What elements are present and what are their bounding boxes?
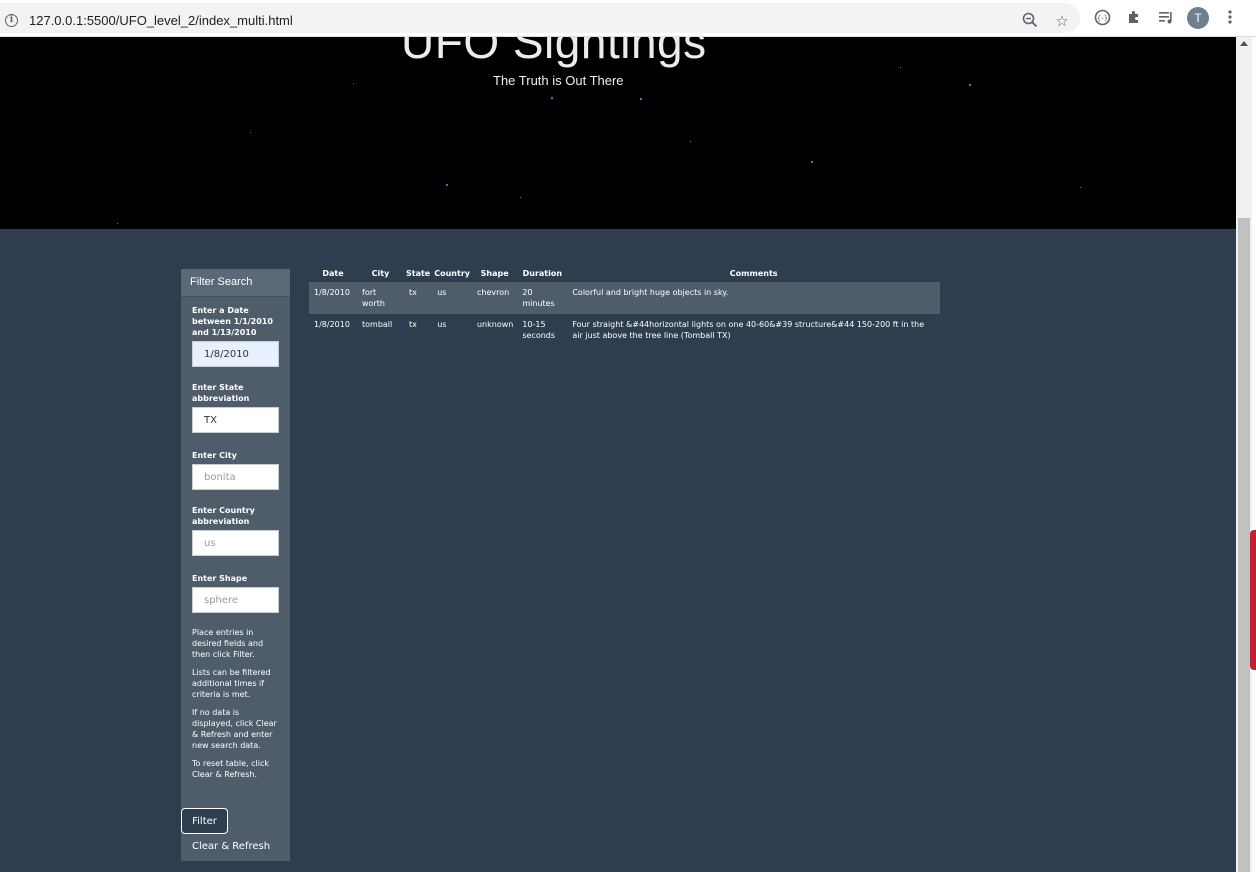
table-row: 1/8/2010 tomball tx us unknown 10-15 sec… [309, 314, 940, 346]
star-dot [353, 83, 354, 84]
cell-comments: Four straight &#44horizontal lights on o… [572, 320, 925, 340]
kebab-menu-icon[interactable] [1221, 9, 1239, 27]
star-dot [117, 223, 118, 224]
star-dot [446, 184, 448, 186]
info-icon[interactable]: i [5, 14, 18, 27]
city-input[interactable] [192, 464, 279, 490]
svg-text:{-}: {-} [1096, 15, 1107, 23]
background-window-edge [1250, 530, 1256, 670]
star-dot [811, 161, 813, 163]
filter-panel: Filter Search Enter a Date between 1/1/2… [181, 269, 290, 861]
sightings-table: Date City State Country Shape Duration C… [309, 265, 940, 346]
column-header-shape: Shape [480, 269, 509, 278]
address-bar[interactable]: i 127.0.0.1:5500/UFO_level_2/index_multi… [0, 3, 1080, 33]
zoom-out-icon[interactable] [1021, 12, 1039, 30]
instruction-text: If no data is displayed, click Clear & R… [192, 708, 277, 750]
date-label: Enter a Date between 1/1/2010 and 1/13/2… [192, 306, 273, 337]
country-input[interactable] [192, 530, 279, 556]
cell-comments: Colorful and bright huge objects in sky. [567, 282, 940, 314]
hero-banner: UFO Sightings The Truth is Out There [0, 37, 1236, 229]
instruction-text: Place entries in desired fields and then… [192, 628, 264, 659]
column-header-date: Date [322, 269, 344, 278]
table-row: 1/8/2010 fort worth tx us chevron 20 min… [309, 282, 940, 314]
shape-input[interactable] [192, 587, 279, 613]
star-dot [520, 197, 521, 198]
column-header-comments: Comments [729, 269, 778, 278]
cell-country: us [437, 320, 447, 329]
star-dot [1080, 187, 1081, 188]
cell-country: us [432, 282, 472, 314]
city-label: Enter City [192, 451, 237, 460]
cell-state: tx [404, 282, 433, 314]
cell-date: 1/8/2010 [309, 282, 357, 314]
shape-label: Enter Shape [192, 574, 248, 583]
star-dot [551, 97, 553, 99]
profile-avatar[interactable]: T [1187, 7, 1209, 29]
column-header-city: City [371, 269, 390, 278]
window-edge [1252, 37, 1256, 872]
state-label: Enter State abbreviation [192, 383, 250, 403]
star-dot [690, 141, 691, 142]
cell-city: tomball [362, 320, 393, 329]
date-input[interactable] [192, 341, 279, 367]
country-label: Enter Country abbreviation [192, 506, 255, 526]
column-header-country: Country [434, 269, 470, 278]
star-dot [640, 98, 642, 100]
filter-header-title: Filter Search [190, 276, 253, 288]
filter-header: Filter Search [181, 269, 290, 297]
cell-shape: unknown [476, 320, 514, 329]
page-subtitle: The Truth is Out There [493, 73, 624, 88]
column-header-state: State [406, 269, 431, 278]
browser-toolbar: i 127.0.0.1:5500/UFO_level_2/index_multi… [0, 0, 1256, 37]
star-dot [900, 67, 901, 68]
cell-duration: 10-15 seconds [522, 320, 556, 340]
filter-button[interactable]: Filter [181, 808, 228, 834]
cell-date: 1/8/2010 [314, 320, 350, 329]
media-queue-icon[interactable] [1157, 9, 1175, 27]
instruction-text: Lists can be filtered additional times i… [192, 668, 271, 699]
clear-refresh-button[interactable]: Clear & Refresh [192, 840, 270, 854]
scroll-up-arrow-icon[interactable] [1240, 41, 1248, 46]
puzzle-icon[interactable] [1125, 9, 1143, 27]
cell-state: tx [409, 320, 417, 329]
cell-shape: chevron [471, 282, 518, 314]
instruction-text: To reset table, click Clear & Refresh. [192, 759, 269, 779]
cell-city: fort worth [357, 282, 404, 314]
star-dot [250, 132, 251, 133]
page-title: UFO Sightings [401, 37, 707, 68]
state-input[interactable] [192, 407, 279, 433]
scrollbar-thumb[interactable] [1238, 218, 1250, 872]
star-icon[interactable]: ☆ [1053, 12, 1071, 30]
star-dot [969, 84, 971, 86]
url-path: :5500/UFO_level_2/index_multi.html [83, 13, 293, 28]
url-text[interactable]: 127.0.0.1:5500/UFO_level_2/index_multi.h… [29, 13, 293, 28]
table-header-row: Date City State Country Shape Duration C… [309, 265, 940, 282]
url-host: 127.0.0.1 [29, 13, 84, 28]
cell-duration: 20 minutes [517, 282, 568, 314]
extension-circle-icon[interactable]: {-} [1093, 9, 1111, 27]
column-header-duration: Duration [522, 269, 563, 278]
